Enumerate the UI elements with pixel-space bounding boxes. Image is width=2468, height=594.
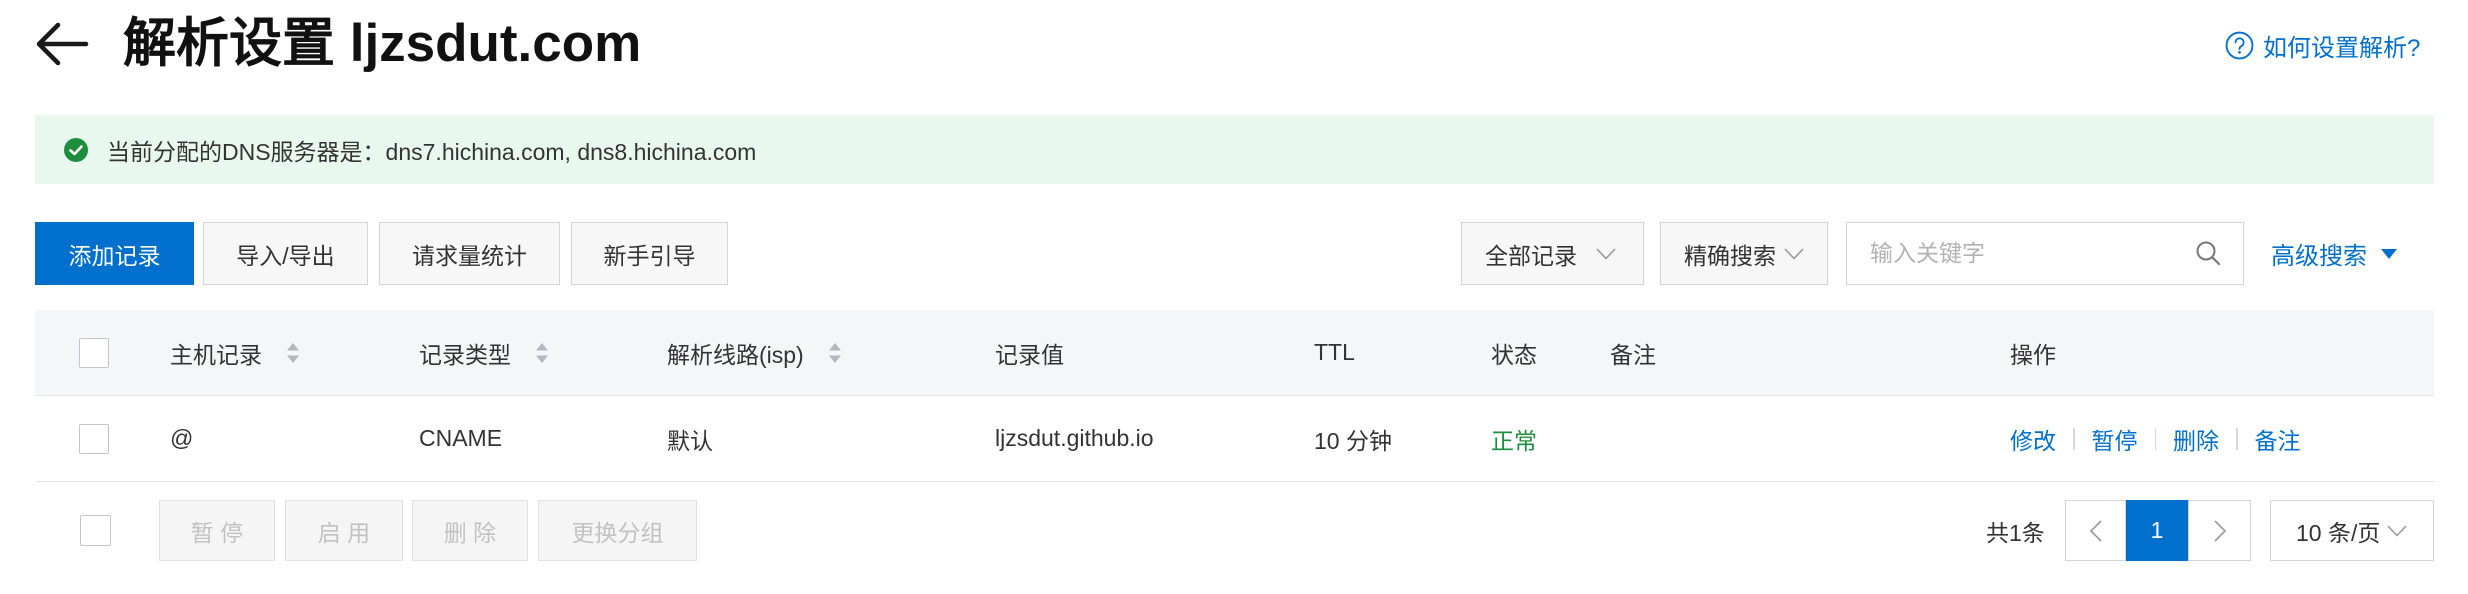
column-header-value: 记录值 bbox=[995, 341, 1064, 368]
caret-down-icon bbox=[2381, 248, 2397, 259]
action-divider bbox=[2073, 427, 2075, 450]
row-checkbox-cell bbox=[79, 396, 109, 481]
column-header-type[interactable]: 记录类型 bbox=[419, 310, 549, 395]
back-button[interactable] bbox=[33, 21, 89, 67]
table-footer: 暂 停 启 用 删 除 更换分组 共1条 1 10 条/页 bbox=[35, 500, 2434, 561]
row-actions: 修改 暂停 删除 备注 bbox=[2010, 396, 2301, 481]
alert-text: 当前分配的DNS服务器是：dns7.hichina.com, dns8.hich… bbox=[107, 138, 757, 165]
column-header-ttl: TTL bbox=[1314, 339, 1355, 365]
prev-page-button[interactable] bbox=[2065, 500, 2126, 561]
page-size-select[interactable]: 10 条/页 bbox=[2270, 500, 2434, 561]
column-header-label: 主机记录 bbox=[170, 341, 262, 368]
row-checkbox[interactable] bbox=[79, 423, 109, 454]
chevron-left-icon bbox=[2089, 519, 2102, 542]
search-mode-select[interactable]: 精确搜索 bbox=[1660, 222, 1828, 285]
sort-icon[interactable] bbox=[286, 341, 300, 365]
column-header-actions: 操作 bbox=[2010, 341, 2056, 368]
action-divider bbox=[2154, 427, 2156, 450]
header-checkbox-cell bbox=[79, 310, 109, 395]
toolbar: 添加记录 导入/导出 请求量统计 新手引导 全部记录 精确搜索 高级搜索 bbox=[35, 222, 2434, 285]
chevron-right-icon bbox=[2213, 519, 2226, 542]
pause-action[interactable]: 暂停 bbox=[2092, 422, 2138, 456]
sort-icon[interactable] bbox=[828, 341, 842, 365]
add-record-button[interactable]: 添加记录 bbox=[35, 222, 194, 285]
search-box bbox=[1846, 222, 2244, 285]
search-icon[interactable] bbox=[2195, 240, 2221, 266]
request-stats-button[interactable]: 请求量统计 bbox=[379, 222, 560, 285]
dns-settings-page: { "colors": { "primary": "#0070cc", "suc… bbox=[0, 0, 2468, 594]
total-count: 共1条 bbox=[1986, 519, 2045, 546]
record-filter-select[interactable]: 全部记录 bbox=[1461, 222, 1644, 285]
status-badge: 正常 bbox=[1491, 427, 1537, 454]
column-header-status: 状态 bbox=[1491, 341, 1537, 368]
chevron-down-icon bbox=[1784, 247, 1804, 260]
cell-host: @ bbox=[170, 425, 194, 451]
dns-server-alert: 当前分配的DNS服务器是：dns7.hichina.com, dns8.hich… bbox=[35, 115, 2434, 184]
record-filter-value: 全部记录 bbox=[1485, 242, 1577, 269]
cell-value: ljzsdut.github.io bbox=[995, 425, 1154, 451]
sort-icon[interactable] bbox=[535, 341, 549, 365]
select-all-checkbox[interactable] bbox=[79, 337, 109, 368]
page-button-current[interactable]: 1 bbox=[2126, 500, 2188, 561]
column-header-label: 记录类型 bbox=[419, 341, 511, 368]
batch-pause-button[interactable]: 暂 停 bbox=[159, 500, 275, 561]
action-divider bbox=[2236, 427, 2238, 450]
help-link-label: 如何设置解析? bbox=[2263, 34, 2421, 62]
batch-enable-button[interactable]: 启 用 bbox=[285, 500, 403, 561]
column-header-line[interactable]: 解析线路(isp) bbox=[667, 310, 842, 395]
table-header-row: 主机记录 记录类型 解析线路(isp) 记录值 TTL 状态 备注 操作 bbox=[35, 310, 2434, 396]
question-circle-icon bbox=[2225, 31, 2254, 59]
next-page-button[interactable] bbox=[2188, 500, 2251, 561]
advanced-search-toggle[interactable]: 高级搜索 bbox=[2271, 222, 2397, 285]
check-circle-icon bbox=[64, 137, 88, 162]
chevron-down-icon bbox=[2387, 524, 2407, 537]
records-table: 主机记录 记录类型 解析线路(isp) 记录值 TTL 状态 备注 操作 @ C… bbox=[35, 310, 2434, 482]
advanced-search-label: 高级搜索 bbox=[2271, 243, 2367, 270]
chevron-down-icon bbox=[1596, 247, 1616, 260]
arrow-left-icon bbox=[36, 22, 89, 66]
column-header-remark: 备注 bbox=[1610, 341, 1656, 368]
remark-action[interactable]: 备注 bbox=[2255, 422, 2301, 456]
search-mode-value: 精确搜索 bbox=[1684, 242, 1776, 269]
help-link[interactable]: 如何设置解析? bbox=[2225, 28, 2420, 62]
cell-ttl: 10 分钟 bbox=[1314, 427, 1392, 454]
import-export-button[interactable]: 导入/导出 bbox=[203, 222, 368, 285]
edit-action[interactable]: 修改 bbox=[2010, 422, 2056, 456]
column-header-host[interactable]: 主机记录 bbox=[170, 310, 300, 395]
delete-action[interactable]: 删除 bbox=[2173, 422, 2219, 456]
change-group-button[interactable]: 更换分组 bbox=[538, 500, 697, 561]
cell-line: 默认 bbox=[667, 427, 713, 454]
guide-button[interactable]: 新手引导 bbox=[571, 222, 728, 285]
page-size-value: 10 条/页 bbox=[2296, 519, 2381, 546]
footer-select-all-checkbox[interactable] bbox=[80, 515, 111, 546]
batch-delete-button[interactable]: 删 除 bbox=[412, 500, 528, 561]
cell-type: CNAME bbox=[419, 425, 503, 451]
table-row: @ CNAME 默认 ljzsdut.github.io 10 分钟 正常 修改… bbox=[35, 396, 2434, 482]
column-header-label: 解析线路(isp) bbox=[667, 341, 804, 368]
search-input[interactable] bbox=[1847, 223, 2167, 284]
page-title: 解析设置 ljzsdut.com bbox=[123, 14, 642, 73]
